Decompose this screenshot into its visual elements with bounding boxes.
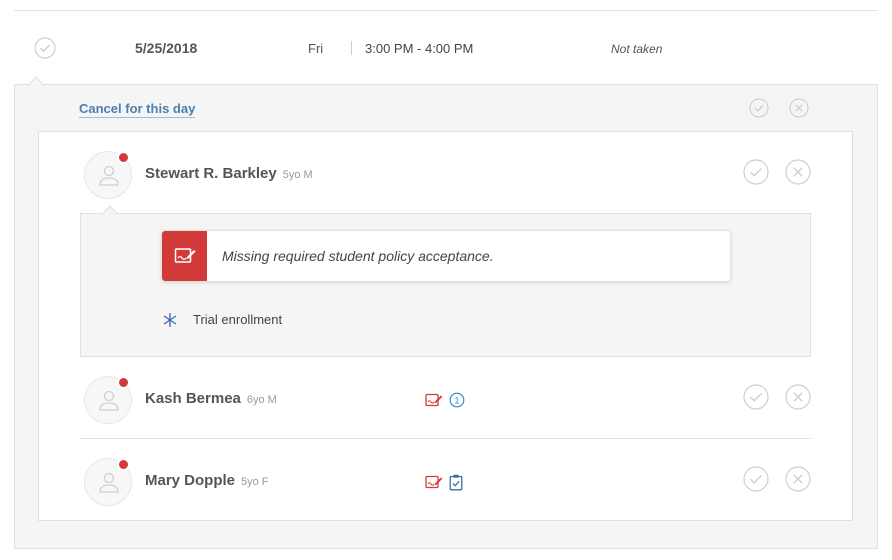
student-name-text: Stewart R. Barkley — [145, 165, 277, 182]
student-meta: 5yo M — [282, 169, 313, 181]
session-separator — [351, 41, 352, 55]
absent-x-icon[interactable] — [785, 466, 811, 492]
absent-x-icon[interactable] — [785, 159, 811, 185]
clipboard-check-icon[interactable] — [449, 474, 463, 496]
user-placeholder-icon — [99, 390, 119, 411]
session-day: Fri — [308, 41, 324, 56]
session-time: 3:00 PM - 4:00 PM — [365, 41, 474, 56]
mark-all-absent-icon[interactable] — [789, 98, 809, 118]
policy-icon[interactable] — [425, 474, 443, 495]
alert-dot — [117, 151, 130, 164]
session-row[interactable]: 5/25/2018 Fri 3:00 PM - 4:00 PM Not take… — [0, 28, 892, 68]
present-check-icon[interactable] — [743, 384, 769, 410]
policy-signature-icon — [162, 231, 207, 281]
absent-x-icon[interactable] — [785, 384, 811, 410]
alert-dot — [117, 376, 130, 389]
policy-alert-card[interactable]: Missing required student policy acceptan… — [161, 230, 731, 282]
student-row[interactable]: Stewart R. Barkley 5yo M — [84, 151, 814, 199]
user-placeholder-icon — [99, 165, 119, 186]
policy-icon[interactable] — [425, 392, 443, 413]
student-name[interactable]: Kash Bermea 6yo M — [145, 390, 277, 407]
top-divider — [14, 10, 878, 11]
session-date: 5/25/2018 — [135, 40, 198, 56]
session-status: Not taken — [611, 42, 663, 56]
student-meta: 6yo M — [246, 394, 277, 406]
student-row[interactable]: Kash Bermea 6yo M 1 — [84, 376, 814, 424]
present-check-icon[interactable] — [743, 466, 769, 492]
flag-count: 1 — [454, 395, 459, 405]
info-count-icon[interactable]: 1 — [449, 392, 465, 413]
cancel-for-day-link[interactable]: Cancel for this day — [79, 101, 196, 118]
row-divider — [80, 438, 811, 439]
trial-enrollment-label: Trial enrollment — [193, 312, 283, 327]
alert-dot — [117, 458, 130, 471]
alert-message: Missing required student policy acceptan… — [222, 248, 494, 264]
mark-all-present-icon[interactable] — [749, 98, 769, 118]
student-name[interactable]: Stewart R. Barkley 5yo M — [145, 165, 313, 182]
student-name-text: Kash Bermea — [145, 390, 241, 407]
student-row[interactable]: Mary Dopple 5yo F — [84, 458, 814, 506]
user-placeholder-icon — [99, 472, 119, 493]
asterisk-icon — [161, 311, 179, 329]
student-name-text: Mary Dopple — [145, 472, 236, 489]
present-check-icon[interactable] — [743, 159, 769, 185]
student-name[interactable]: Mary Dopple 5yo F — [145, 472, 269, 489]
session-check-icon[interactable] — [34, 37, 56, 59]
student-meta: 5yo F — [241, 476, 269, 488]
